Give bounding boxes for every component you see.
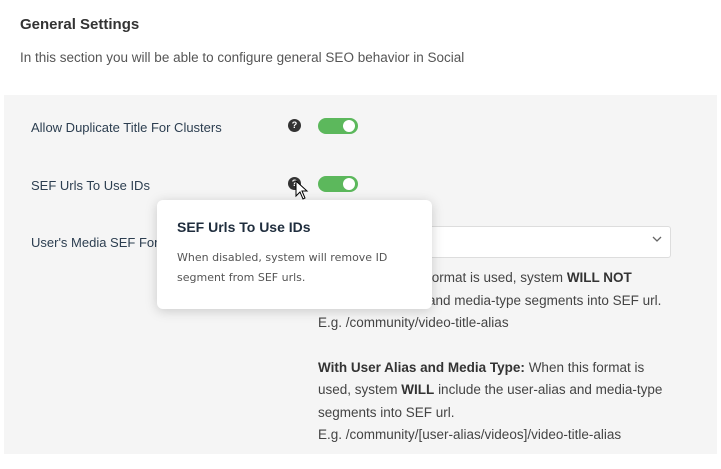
mouse-pointer-icon bbox=[295, 180, 309, 200]
section-description: In this section you will be able to conf… bbox=[20, 50, 465, 65]
chevron-down-icon bbox=[652, 236, 662, 242]
setting-label-user-media-sef-format: User's Media SEF Form bbox=[31, 235, 170, 250]
allow-duplicate-title-toggle[interactable] bbox=[318, 118, 358, 134]
help-tooltip: SEF Urls To Use IDs When disabled, syste… bbox=[157, 200, 432, 309]
with-alias-title: With User Alias and Media Type: bbox=[318, 359, 525, 375]
example-with-alias: E.g. /community/[user-alias/videos]/vide… bbox=[318, 427, 622, 442]
setting-label-sef-urls-ids: SEF Urls To Use IDs bbox=[31, 178, 150, 193]
toggle-knob bbox=[343, 178, 355, 190]
question-circle-icon[interactable]: ? bbox=[288, 119, 301, 132]
toggle-knob bbox=[343, 120, 355, 132]
example-default: E.g. /community/video-title-alias bbox=[318, 315, 509, 330]
tooltip-title: SEF Urls To Use IDs bbox=[177, 219, 311, 235]
desc-line1-tail: format is used, system bbox=[428, 270, 564, 285]
with-alias-bold: WILL bbox=[401, 382, 435, 397]
sef-urls-ids-toggle[interactable] bbox=[318, 176, 358, 192]
desc-line1-bold: WILL NOT bbox=[566, 270, 632, 285]
setting-label-allow-duplicate-title: Allow Duplicate Title For Clusters bbox=[31, 120, 222, 135]
section-title: General Settings bbox=[20, 16, 140, 33]
tooltip-body: When disabled, system will remove ID seg… bbox=[177, 251, 388, 284]
section-header: General Settings In this section you wil… bbox=[20, 16, 700, 65]
desc-line2: and media-type segments into SEF url. bbox=[428, 292, 662, 308]
